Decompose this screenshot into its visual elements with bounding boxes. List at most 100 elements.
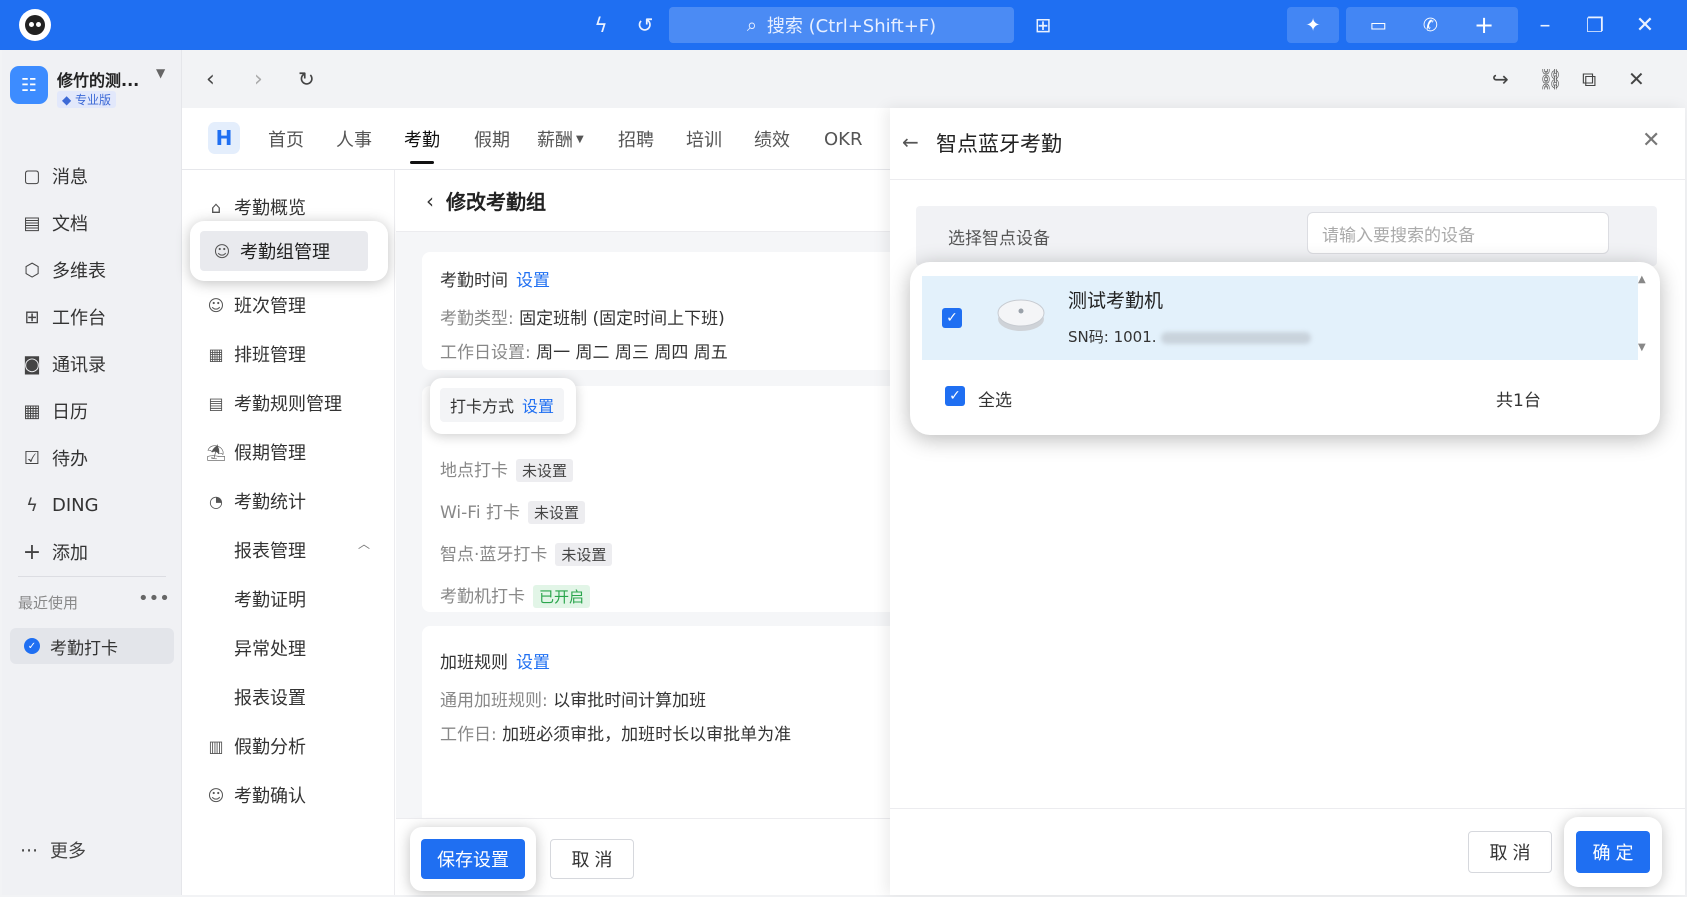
chevron-down-icon: ▼: [156, 66, 166, 80]
grid-icon: ⊞: [24, 306, 40, 328]
share-icon[interactable]: ↪: [1492, 50, 1509, 108]
sidebar-item-docs[interactable]: ▤ 文档: [20, 205, 170, 241]
punch-title-highlight: 打卡方式 设置: [430, 378, 576, 434]
row-value: 以审批时间计算加班: [553, 691, 707, 711]
close-icon[interactable]: ✕: [1642, 128, 1660, 153]
confirm-button-highlight: 确 定: [1564, 817, 1662, 887]
forward-icon[interactable]: ›: [254, 50, 263, 108]
punch-set-link[interactable]: 设置: [522, 393, 554, 417]
more-options-icon[interactable]: •••: [138, 588, 170, 609]
sidebar-item-tables[interactable]: ⬡ 多维表: [20, 252, 170, 288]
menu-schedule[interactable]: ▦ 排班管理: [204, 335, 379, 373]
refresh-icon[interactable]: ↻: [298, 50, 315, 108]
sidebar-item-label: DING: [52, 494, 99, 516]
sidebar-item-label: 消息: [52, 167, 88, 188]
redacted-sn: [1160, 331, 1311, 344]
tab-hr[interactable]: 人事: [336, 108, 372, 170]
save-button[interactable]: 保存设置: [421, 839, 525, 879]
sidebar-item-ding[interactable]: ϟ DING: [20, 487, 170, 523]
plus-icon[interactable]: +: [1474, 11, 1494, 39]
sidebar-more[interactable]: ⋯ 更多: [20, 832, 86, 868]
search-input[interactable]: ⌕ 搜索 (Ctrl+Shift+F): [669, 7, 1014, 43]
back-arrow-icon[interactable]: ←: [902, 130, 919, 154]
apps-icon[interactable]: ⊞: [1028, 0, 1058, 50]
document-icon: ▤: [23, 212, 41, 234]
menu-analysis[interactable]: ▥ 假勤分析: [204, 727, 379, 765]
sidebar-item-add[interactable]: + 添加: [20, 534, 170, 570]
drawer-cancel-button[interactable]: 取 消: [1468, 831, 1552, 873]
minimize-icon[interactable]: –: [1530, 0, 1560, 50]
ai-icon[interactable]: ✦: [1287, 7, 1339, 43]
menu-reports[interactable]: 报表管理: [204, 531, 379, 569]
sidebar-item-calendar[interactable]: ▦ 日历: [20, 393, 170, 429]
menu-shift[interactable]: ☺ 班次管理: [204, 286, 379, 324]
restore-icon[interactable]: ❐: [1580, 0, 1610, 50]
page-title: 修改考勤组: [446, 190, 546, 214]
cube-icon: ⬡: [24, 259, 40, 281]
tab-performance[interactable]: 绩效: [754, 108, 790, 170]
close-icon[interactable]: ✕: [1630, 0, 1660, 50]
sidebar-item-contacts[interactable]: ◙ 通讯录: [20, 346, 170, 382]
sidebar-item-workbench[interactable]: ⊞ 工作台: [20, 299, 170, 335]
menu-certificate[interactable]: 考勤证明: [204, 580, 379, 618]
org-name: 修竹的测...: [57, 71, 140, 90]
tab-salary[interactable]: 薪酬 ▼: [537, 108, 584, 170]
open-window-icon[interactable]: ⧉: [1582, 50, 1596, 108]
row-key: 地点打卡: [440, 461, 508, 481]
device-search-input[interactable]: 请输入要搜索的设备: [1307, 212, 1609, 254]
back-icon[interactable]: ‹: [426, 189, 434, 213]
select-all-checkbox[interactable]: ✓: [945, 386, 965, 406]
back-icon[interactable]: ‹: [206, 50, 215, 108]
user-icon: ☺: [213, 241, 231, 261]
tab-home[interactable]: 首页: [268, 108, 304, 170]
tab-leave[interactable]: 假期: [474, 108, 510, 170]
menu-confirm[interactable]: ☺ 考勤确认: [204, 776, 379, 814]
call-icon[interactable]: ✆: [1423, 15, 1438, 36]
tab-okr[interactable]: OKR: [824, 108, 862, 170]
row-key: 考勤机打卡: [440, 587, 525, 607]
scroll-up-icon[interactable]: ▲: [1638, 274, 1646, 285]
menu-group-management[interactable]: ☺ 考勤组管理: [200, 231, 368, 271]
sidebar-item-todo[interactable]: ☑ 待办: [20, 440, 170, 476]
history-icon[interactable]: ↺: [630, 0, 660, 50]
confirm-button[interactable]: 确 定: [1576, 831, 1650, 873]
sidebar-item-messages[interactable]: ▢ 消息: [20, 158, 170, 194]
recent-item-attendance[interactable]: ✓ 考勤打卡: [10, 628, 174, 664]
punch-row-location: 地点打卡 未设置: [440, 456, 574, 482]
menu-statistics[interactable]: ◔ 考勤统计: [204, 482, 379, 520]
recent-title: 最近使用: [18, 594, 79, 612]
tab-attendance[interactable]: 考勤: [404, 108, 440, 170]
message-icon: ▢: [23, 165, 41, 187]
close-tab-icon[interactable]: ✕: [1628, 50, 1645, 108]
punch-row-machine: 考勤机打卡 已开启: [440, 582, 591, 608]
punch-row-wifi: Wi-Fi 打卡 未设置: [440, 498, 585, 524]
device-checkbox[interactable]: ✓: [942, 308, 962, 328]
plan-badge: ◆ 专业版: [57, 91, 117, 108]
menu-rules[interactable]: ▤ 考勤规则管理: [204, 384, 379, 422]
menu-report-settings[interactable]: 报表设置: [204, 678, 379, 716]
rules-icon: ▤: [208, 393, 224, 413]
menu-exceptions[interactable]: 异常处理: [204, 629, 379, 667]
beta-bolt-icon[interactable]: ϟ: [586, 0, 616, 50]
caret-down-icon: ▼: [576, 133, 584, 145]
device-sn: SN码: 1001.: [1068, 326, 1311, 347]
link-icon[interactable]: ⛓: [1538, 50, 1563, 108]
device-row[interactable]: ✓ 测试考勤机 SN码: 1001.: [922, 276, 1638, 360]
more-label: 更多: [50, 841, 86, 862]
todo-icon: ☑: [23, 447, 41, 469]
divider: [18, 576, 166, 577]
search-icon: ⌕: [746, 14, 757, 36]
app-window: ϟ ↺ ⌕ 搜索 (Ctrl+Shift+F) ⊞ ✦ ▭ ✆ + – ❐ ✕ …: [0, 0, 1687, 897]
time-set-link[interactable]: 设置: [516, 271, 550, 291]
screen-share-icon[interactable]: ▭: [1370, 15, 1387, 36]
overtime-set-link[interactable]: 设置: [516, 653, 550, 673]
user-icon: ☺: [207, 295, 225, 315]
scroll-down-icon[interactable]: ▼: [1638, 342, 1646, 353]
org-switcher[interactable]: ☷ 修竹的测... ▼ ◆ 专业版: [10, 64, 175, 110]
tab-training[interactable]: 培训: [686, 108, 722, 170]
cancel-button[interactable]: 取 消: [550, 839, 634, 879]
tab-recruit[interactable]: 招聘: [618, 108, 654, 170]
menu-label: 考勤规则管理: [234, 394, 342, 415]
menu-leave[interactable]: ⛱ 假期管理: [204, 433, 379, 471]
row-key: 智点·蓝牙打卡: [440, 545, 548, 565]
